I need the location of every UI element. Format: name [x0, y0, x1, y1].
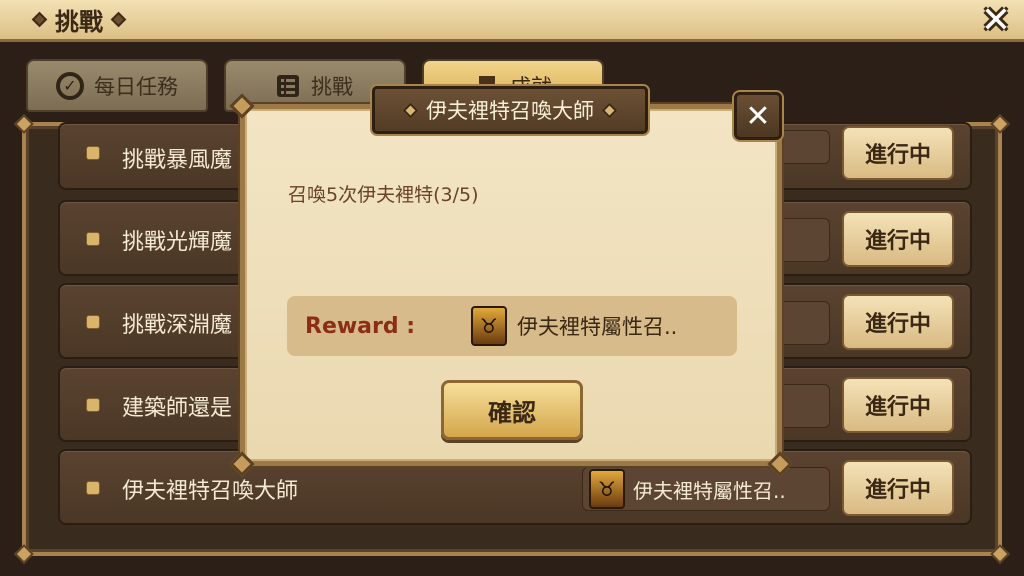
- achievement-name: 挑戰深淵魔: [122, 313, 233, 338]
- status-button[interactable]: 進行中: [842, 294, 954, 350]
- diamond-right-icon: [601, 102, 618, 118]
- achievement-name: 伊夫裡特召喚大師: [122, 479, 299, 504]
- ifrit-rune-icon: ♉: [589, 469, 625, 509]
- close-icon[interactable]: ✕: [978, 3, 1014, 39]
- corner-ornament: [14, 114, 34, 134]
- bullet-icon: [86, 146, 100, 160]
- status-button[interactable]: 進行中: [842, 377, 954, 433]
- corner-ornament: [990, 114, 1010, 134]
- reward-text: 伊夫裡特屬性召..: [517, 315, 678, 339]
- list-icon: [277, 74, 299, 97]
- bullet-icon: [86, 398, 100, 412]
- confirm-button[interactable]: 確認: [441, 380, 583, 440]
- bullet-icon: [86, 481, 100, 495]
- bullet-icon: [86, 315, 100, 329]
- diamond-left-icon: [31, 11, 48, 28]
- tab-label: 每日任務: [94, 74, 178, 99]
- reward-box: ♉ 伊夫裡特屬性召..: [582, 467, 830, 511]
- status-button[interactable]: 進行中: [842, 460, 954, 516]
- title-wrap: 挑戰: [31, 2, 127, 37]
- modal-header: 伊夫裡特召喚大師: [372, 86, 648, 134]
- corner-ornament: [14, 544, 34, 564]
- modal-title: 伊夫裡特召喚大師: [426, 99, 594, 123]
- modal-reward-box: Reward : ♉ 伊夫裡特屬性召..: [287, 296, 737, 356]
- status-button[interactable]: 進行中: [842, 211, 954, 267]
- achievement-description: 召喚5次伊夫裡特(3/5): [288, 184, 479, 206]
- modal-close-button[interactable]: ✕: [734, 92, 782, 140]
- page-title: 挑戰: [55, 8, 103, 36]
- check-circle-icon: ✓: [56, 71, 84, 100]
- ifrit-rune-icon: ♉: [471, 306, 507, 346]
- title-bar: 挑戰 ✕: [0, 0, 1024, 42]
- reward-text: 伊夫裡特屬性召..: [633, 478, 786, 503]
- diamond-right-icon: [110, 11, 127, 28]
- status-button[interactable]: 進行中: [842, 126, 954, 180]
- reward-label: Reward :: [305, 313, 416, 339]
- tab-label: 挑戰: [311, 74, 353, 99]
- corner-ornament: [990, 544, 1010, 564]
- bullet-icon: [86, 232, 100, 246]
- achievement-name: 建築師還是: [122, 396, 233, 421]
- tab-daily-tasks[interactable]: ✓ 每日任務: [26, 59, 208, 112]
- close-icon: ✕: [745, 98, 771, 134]
- achievement-name: 挑戰暴風魔: [122, 148, 233, 173]
- diamond-left-icon: [402, 102, 419, 118]
- achievement-name: 挑戰光輝魔: [122, 230, 233, 255]
